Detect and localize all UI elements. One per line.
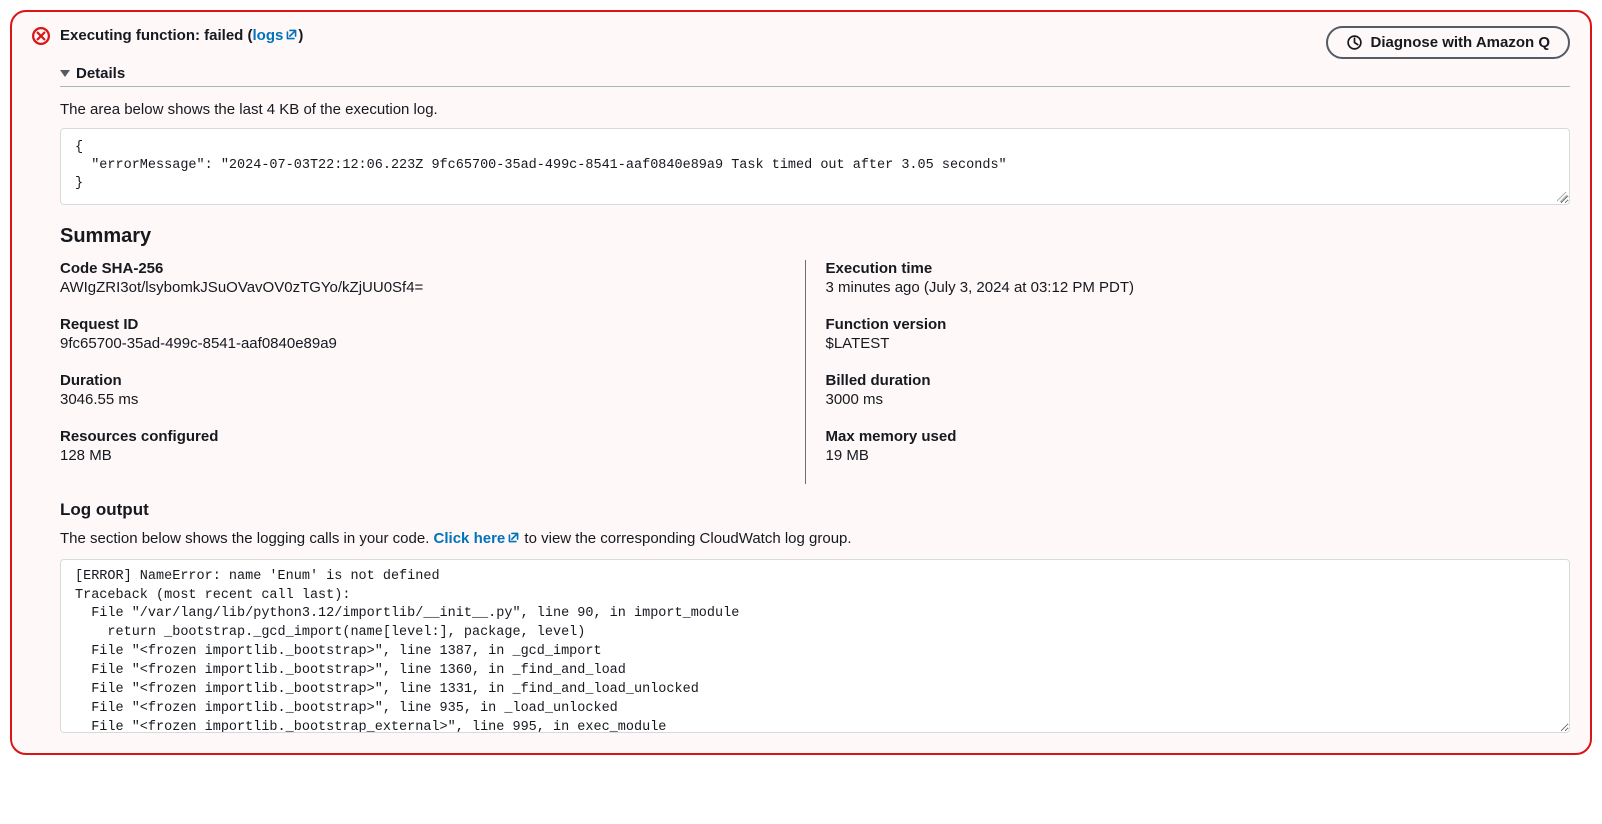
alert-header-left: Executing function: failed (logs) xyxy=(32,26,303,45)
kv-value: 3000 ms xyxy=(826,391,1551,408)
kv-label: Duration xyxy=(60,372,785,389)
details-toggle[interactable]: Details xyxy=(60,65,1570,87)
log-output-heading: Log output xyxy=(60,500,1570,520)
kv-label: Resources configured xyxy=(60,428,785,445)
diagnose-amazon-q-button[interactable]: Diagnose with Amazon Q xyxy=(1326,26,1570,59)
kv-value: 3046.55 ms xyxy=(60,391,785,408)
alert-header-row: Executing function: failed (logs) Diagno… xyxy=(32,26,1570,59)
kv-value: 9fc65700-35ad-499c-8541-aaf0840e89a9 xyxy=(60,335,785,352)
kv-label: Function version xyxy=(826,316,1551,333)
kv-billed-duration: Billed duration 3000 ms xyxy=(826,372,1551,408)
logs-link[interactable]: logs xyxy=(253,27,299,44)
logs-link-text: logs xyxy=(253,27,284,44)
error-icon xyxy=(32,27,50,45)
summary-col-left: Code SHA-256 AWIgZRI3ot/lsybomkJSuOVavOV… xyxy=(60,260,805,484)
cloudwatch-link[interactable]: Click here xyxy=(434,530,521,547)
error-json-box[interactable]: { "errorMessage": "2024-07-03T22:12:06.2… xyxy=(60,128,1570,205)
kv-value: 19 MB xyxy=(826,447,1551,464)
kv-execution-time: Execution time 3 minutes ago (July 3, 20… xyxy=(826,260,1551,296)
kv-duration: Duration 3046.55 ms xyxy=(60,372,785,408)
summary-grid: Code SHA-256 AWIgZRI3ot/lsybomkJSuOVavOV… xyxy=(60,260,1570,484)
cloudwatch-link-text: Click here xyxy=(434,530,506,547)
kv-value: $LATEST xyxy=(826,335,1551,352)
caret-down-icon xyxy=(60,70,70,77)
kv-value: AWIgZRI3ot/lsybomkJSuOVavOV0zTGYo/kZjUU0… xyxy=(60,279,785,296)
alert-title: Executing function: failed (logs) xyxy=(60,27,303,44)
kv-label: Request ID xyxy=(60,316,785,333)
external-link-icon xyxy=(507,531,520,544)
log-intro-suffix: to view the corresponding CloudWatch log… xyxy=(520,530,851,547)
summary-heading: Summary xyxy=(60,225,1570,248)
kv-label: Code SHA-256 xyxy=(60,260,785,277)
kv-resources-configured: Resources configured 128 MB xyxy=(60,428,785,464)
kv-function-version: Function version $LATEST xyxy=(826,316,1551,352)
log-output-box[interactable]: [ERROR] NameError: name 'Enum' is not de… xyxy=(60,559,1570,733)
kv-label: Billed duration xyxy=(826,372,1551,389)
log-intro-prefix: The section below shows the logging call… xyxy=(60,530,434,547)
kv-value: 3 minutes ago (July 3, 2024 at 03:12 PM … xyxy=(826,279,1551,296)
log-output-intro: The section below shows the logging call… xyxy=(60,530,1570,547)
external-link-icon xyxy=(285,28,298,41)
execution-failed-panel: Executing function: failed (logs) Diagno… xyxy=(10,10,1592,755)
summary-col-right: Execution time 3 minutes ago (July 3, 20… xyxy=(805,260,1571,484)
alert-title-suffix: ) xyxy=(298,27,303,44)
kv-label: Max memory used xyxy=(826,428,1551,445)
kv-code-sha: Code SHA-256 AWIgZRI3ot/lsybomkJSuOVavOV… xyxy=(60,260,785,296)
kv-label: Execution time xyxy=(826,260,1551,277)
kv-max-memory-used: Max memory used 19 MB xyxy=(826,428,1551,464)
kv-request-id: Request ID 9fc65700-35ad-499c-8541-aaf08… xyxy=(60,316,785,352)
clock-run-icon xyxy=(1346,34,1363,51)
diagnose-button-label: Diagnose with Amazon Q xyxy=(1371,34,1550,51)
details-section: Details The area below shows the last 4 … xyxy=(60,65,1570,733)
details-intro-text: The area below shows the last 4 KB of th… xyxy=(60,101,1570,118)
kv-value: 128 MB xyxy=(60,447,785,464)
details-label: Details xyxy=(76,65,125,82)
alert-title-prefix: Executing function: failed ( xyxy=(60,27,253,44)
